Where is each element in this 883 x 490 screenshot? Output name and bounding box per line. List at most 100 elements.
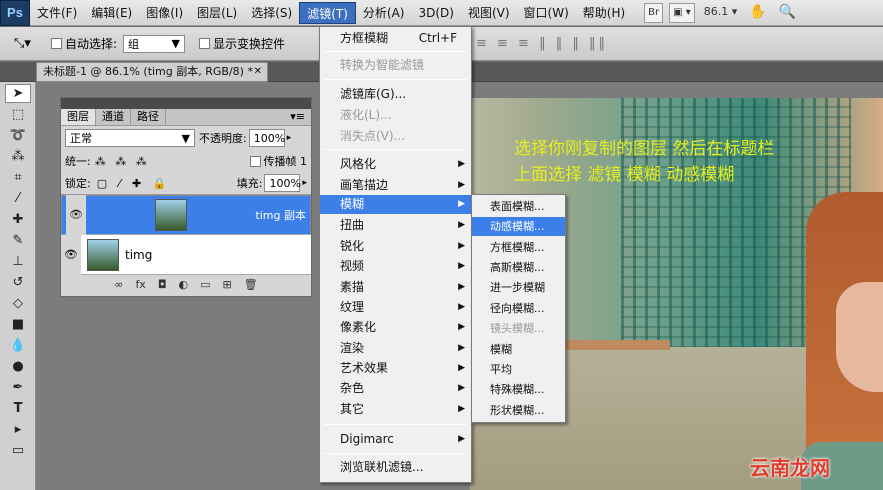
propagate-checkbox[interactable] bbox=[249, 155, 261, 167]
auto-select-option[interactable]: 自动选择: bbox=[50, 35, 117, 52]
submenu-item-radial-blur[interactable]: 径向模糊... bbox=[472, 299, 565, 318]
menu-item-texture[interactable]: 纹理 ▶ bbox=[320, 298, 471, 317]
submenu-item-smart-blur[interactable]: 特殊模糊... bbox=[472, 380, 565, 399]
move-tool-icon[interactable]: ⤡▾ bbox=[14, 36, 31, 51]
zoom-level[interactable]: 86.1 ▾ bbox=[701, 3, 741, 23]
tab-layers[interactable]: 图层 bbox=[61, 109, 96, 125]
menu-window[interactable]: 窗口(W) bbox=[517, 2, 576, 24]
submenu-arrow-icon: ▶ bbox=[458, 404, 465, 414]
move-tool-icon[interactable]: ➤ bbox=[5, 84, 31, 103]
screen-mode-icon[interactable]: ▣ ▾ bbox=[669, 2, 695, 23]
delete-layer-icon[interactable]: 🗑 bbox=[244, 278, 258, 294]
menu-filter[interactable]: 滤镜(T) bbox=[299, 1, 356, 24]
clone-stamp-icon[interactable]: ⊥ bbox=[5, 252, 31, 271]
visibility-eye-icon[interactable]: 👁 bbox=[61, 234, 81, 275]
blend-mode-dropdown[interactable]: 正常 ▼ bbox=[65, 129, 195, 147]
link-layers-icon[interactable]: ∞ bbox=[114, 278, 123, 294]
panel-menu-icon[interactable]: ▾≡ bbox=[284, 109, 311, 125]
marquee-tool-icon[interactable]: ⬚ bbox=[5, 105, 31, 124]
menu-help[interactable]: 帮助(H) bbox=[576, 2, 632, 24]
menu-item-browse-online[interactable]: 浏览联机滤镜... bbox=[320, 458, 471, 477]
menu-item-vanishing-point[interactable]: 消失点(V)... bbox=[320, 127, 471, 146]
menu-item-sketch[interactable]: 素描 ▶ bbox=[320, 278, 471, 297]
menu-item-pixelate[interactable]: 像素化 ▶ bbox=[320, 318, 471, 337]
menu-item-render[interactable]: 渲染 ▶ bbox=[320, 339, 471, 358]
menu-item-noise[interactable]: 杂色 ▶ bbox=[320, 379, 471, 398]
menu-file[interactable]: 文件(F) bbox=[30, 2, 84, 24]
submenu-item-average[interactable]: 平均 bbox=[472, 360, 565, 379]
document-tab[interactable]: 未标题-1 @ 86.1% (timg 副本, RGB/8) * ✕ bbox=[36, 62, 268, 82]
menu-item-artistic[interactable]: 艺术效果 ▶ bbox=[320, 359, 471, 378]
menu-item-liquify[interactable]: 液化(L)... bbox=[320, 106, 471, 125]
fill-slider-icon[interactable]: ▸ bbox=[302, 178, 307, 188]
visibility-eye-icon[interactable]: 👁 bbox=[66, 195, 86, 235]
submenu-item-surface-blur[interactable]: 表面模糊... bbox=[472, 197, 565, 216]
eyedropper-icon[interactable]: ⁄ bbox=[5, 189, 31, 208]
show-transform-checkbox[interactable] bbox=[198, 38, 210, 49]
submenu-item-shape-blur[interactable]: 形状模糊... bbox=[472, 401, 565, 420]
menu-item-brush-strokes[interactable]: 画笔描边 ▶ bbox=[320, 176, 471, 195]
opacity-input[interactable]: 100% bbox=[248, 129, 285, 147]
magic-wand-icon[interactable]: ⁂ bbox=[5, 147, 31, 166]
propagate-label: 传播帧 1 bbox=[263, 155, 308, 168]
menu-edit[interactable]: 编辑(E) bbox=[84, 2, 139, 24]
tab-channels[interactable]: 通道 bbox=[96, 109, 131, 125]
menu-item-filter-gallery[interactable]: 滤镜库(G)... bbox=[320, 85, 471, 104]
history-brush-icon[interactable]: ↺ bbox=[5, 273, 31, 292]
close-tab-icon[interactable]: ✕ bbox=[254, 63, 262, 81]
layer-mask-icon[interactable]: ◘ bbox=[158, 278, 167, 294]
submenu-item-blur-more[interactable]: 进一步模糊 bbox=[472, 278, 565, 297]
submenu-item-gaussian-blur[interactable]: 高斯模糊... bbox=[472, 258, 565, 277]
distribute-icons[interactable]: ≡ ≡ ≡ ‖ ‖ ‖ ‖‖ bbox=[476, 36, 608, 51]
menu-analysis[interactable]: 分析(A) bbox=[356, 2, 412, 24]
pen-tool-icon[interactable]: ✒ bbox=[5, 378, 31, 397]
path-select-icon[interactable]: ▸ bbox=[5, 420, 31, 439]
menu-item-video[interactable]: 视频 ▶ bbox=[320, 257, 471, 276]
menu-item-other[interactable]: 其它 ▶ bbox=[320, 400, 471, 419]
type-tool-icon[interactable]: T bbox=[5, 399, 31, 418]
lasso-tool-icon[interactable]: ➰ bbox=[5, 126, 31, 145]
tab-paths[interactable]: 路径 bbox=[131, 109, 166, 125]
auto-select-checkbox[interactable] bbox=[50, 38, 62, 49]
new-layer-icon[interactable]: ⊞ bbox=[223, 278, 232, 294]
layer-style-icon[interactable]: fx bbox=[135, 278, 145, 294]
dodge-tool-icon[interactable]: ● bbox=[5, 357, 31, 376]
submenu-item-blur[interactable]: 模糊 bbox=[472, 340, 565, 359]
eraser-icon[interactable]: ◇ bbox=[5, 294, 31, 313]
menu-layer[interactable]: 图层(L) bbox=[190, 2, 244, 24]
show-transform-option[interactable]: 显示变换控件 bbox=[198, 35, 285, 52]
menu-3d[interactable]: 3D(D) bbox=[411, 2, 460, 24]
fill-input[interactable]: 100% bbox=[264, 174, 301, 192]
layers-panel-titlebar[interactable] bbox=[61, 98, 311, 109]
menu-item-blur[interactable]: 模糊 ▶ bbox=[320, 195, 471, 214]
new-group-icon[interactable]: ▭ bbox=[200, 278, 210, 294]
blur-tool-icon[interactable]: 💧 bbox=[5, 336, 31, 355]
healing-brush-icon[interactable]: ✚ bbox=[5, 210, 31, 229]
adjustment-layer-icon[interactable]: ◐ bbox=[179, 278, 189, 294]
gradient-tool-icon[interactable]: ■ bbox=[5, 315, 31, 334]
bridge-button[interactable]: Br bbox=[644, 2, 664, 23]
menu-item-distort[interactable]: 扭曲 ▶ bbox=[320, 216, 471, 235]
brush-tool-icon[interactable]: ✎ bbox=[5, 231, 31, 250]
lock-icons[interactable]: ▢ ⁄ ✚ 🔒 bbox=[97, 177, 171, 190]
menu-view[interactable]: 视图(V) bbox=[461, 2, 517, 24]
menu-item-stylize[interactable]: 风格化 ▶ bbox=[320, 155, 471, 174]
layer-row-timg[interactable]: 👁 timg bbox=[61, 234, 311, 275]
submenu-item-motion-blur[interactable]: 动感模糊... bbox=[472, 217, 565, 236]
crop-tool-icon[interactable]: ⌗ bbox=[5, 168, 31, 187]
submenu-item-lens-blur[interactable]: 镜头模糊... bbox=[472, 319, 565, 338]
layer-row-timg-copy[interactable]: 👁 timg 副本 bbox=[61, 195, 311, 235]
menu-item-last-filter[interactable]: 方框模糊 Ctrl+F bbox=[320, 29, 471, 48]
menu-item-convert-smart[interactable]: 转换为智能滤镜 bbox=[320, 56, 471, 75]
menu-select[interactable]: 选择(S) bbox=[244, 2, 299, 24]
menu-item-digimarc[interactable]: Digimarc ▶ bbox=[320, 430, 471, 449]
submenu-item-box-blur[interactable]: 方框模糊... bbox=[472, 238, 565, 257]
auto-select-dropdown[interactable]: 组 ▼ bbox=[122, 34, 185, 53]
hand-tool-icon[interactable]: ✋ bbox=[746, 3, 769, 23]
menu-image[interactable]: 图像(I) bbox=[139, 2, 190, 24]
opacity-slider-icon[interactable]: ▸ bbox=[287, 133, 292, 143]
unify-icons[interactable]: ⁂ ⁂ ⁂ bbox=[95, 155, 150, 168]
shape-tool-icon[interactable]: ▭ bbox=[5, 441, 31, 460]
zoom-tool-icon[interactable]: 🔍 bbox=[776, 3, 799, 23]
menu-item-sharpen[interactable]: 锐化 ▶ bbox=[320, 237, 471, 256]
